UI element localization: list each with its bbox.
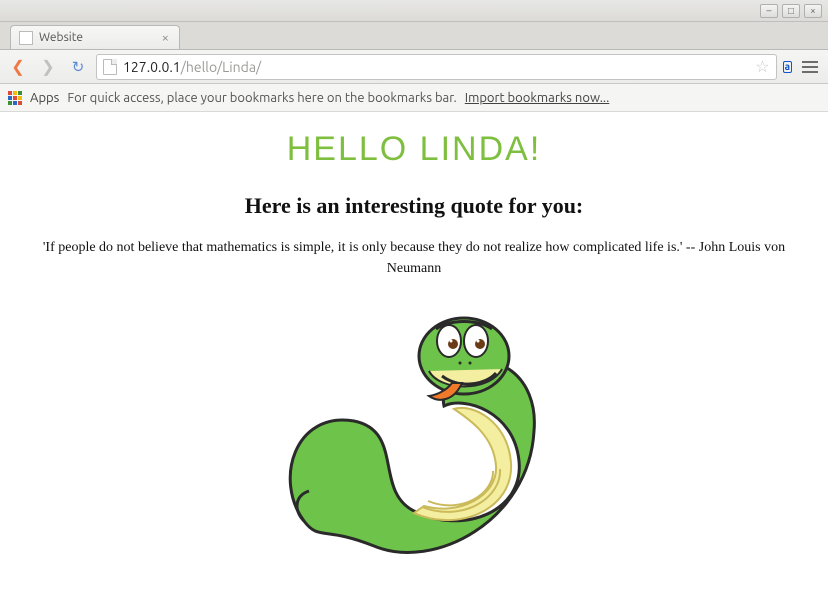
page-favicon-icon [19, 31, 33, 45]
nav-forward-button[interactable]: ❯ [36, 55, 60, 79]
page-subheading: Here is an interesting quote for you: [10, 193, 818, 219]
browser-toolbar: ❮ ❯ ↻ 127.0.0.1/hello/Linda/ ☆ a [0, 50, 828, 84]
window-close-button[interactable]: × [804, 4, 822, 18]
browser-tab[interactable]: Website × [10, 25, 180, 49]
page-icon [103, 59, 117, 75]
apps-label[interactable]: Apps [30, 91, 59, 105]
import-bookmarks-link[interactable]: Import bookmarks now... [465, 91, 610, 105]
nav-back-button[interactable]: ❮ [6, 55, 30, 79]
url-path: /hello/Linda/ [181, 59, 261, 75]
nav-reload-button[interactable]: ↻ [66, 55, 90, 79]
window-titlebar: – □ × [0, 0, 828, 22]
page-quote: 'If people do not believe that mathemati… [24, 237, 804, 279]
bookmarks-bar: Apps For quick access, place your bookma… [0, 84, 828, 112]
address-bar[interactable]: 127.0.0.1/hello/Linda/ ☆ [96, 54, 777, 80]
url-host: 127.0.0.1 [123, 59, 181, 75]
menu-button[interactable] [798, 57, 822, 77]
tab-strip: Website × [0, 22, 828, 50]
bookmarks-hint: For quick access, place your bookmarks h… [67, 91, 456, 105]
tab-title: Website [39, 31, 156, 44]
tab-close-button[interactable]: × [162, 31, 169, 45]
window-maximize-button[interactable]: □ [782, 4, 800, 18]
page-greeting: Hello Linda! [10, 130, 818, 169]
snake-image [10, 291, 818, 575]
window-minimize-button[interactable]: – [760, 4, 778, 18]
page-viewport: Hello Linda! Here is an interesting quot… [0, 112, 828, 606]
bookmark-star-icon[interactable]: ☆ [755, 57, 769, 76]
snake-icon [264, 291, 564, 571]
apps-icon[interactable] [8, 91, 22, 105]
translate-icon[interactable]: a [783, 61, 792, 73]
